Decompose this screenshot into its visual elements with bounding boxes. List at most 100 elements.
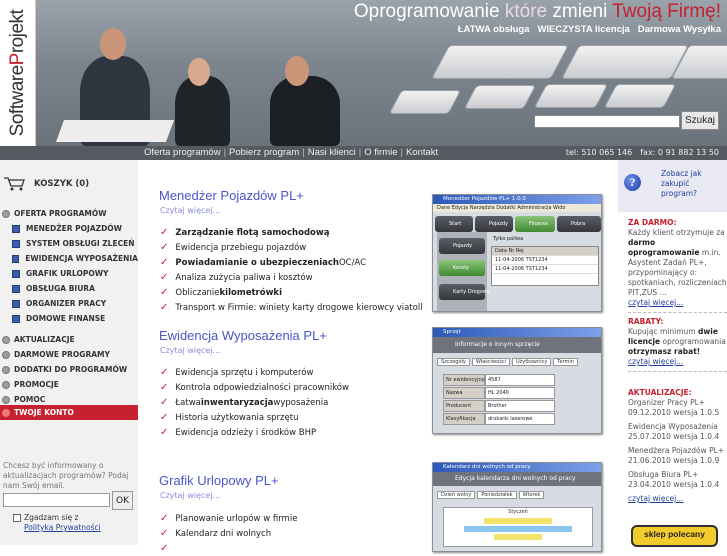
sidebar-item-orders-system[interactable]: SYSTEM OBSŁUGI ZLECEŃ [0,236,138,251]
question-icon: ? [624,174,641,191]
sidebar-item-office[interactable]: OBSŁUGA BIURA [0,281,138,296]
feature-item: ✓ Obliczanie kilometrówki [160,287,282,298]
product-title[interactable]: Ewidencja Wyposażenia PL+ [159,328,327,343]
recommended-shop-badge[interactable]: sklep polecany [631,525,718,547]
cart-link[interactable]: KOSZYK (0) [4,177,89,191]
free-text: Każdy klient otrzymuje za darmo oprogram… [628,228,727,297]
sidebar-item-updates[interactable]: AKTUALIZACJE [0,332,138,347]
update-item[interactable]: Ewidencja Wyposażenia 25.07.2010 wersja 1… [628,422,727,442]
feature-item: ✓ Zarządzanie flotą samochodową [160,227,330,238]
check-icon: ✓ [160,427,169,438]
feature-item: ✓ Ewidencja sprzętu i komputerów [160,367,314,378]
free-read-more-link[interactable]: czytaj więcej... [628,298,727,308]
read-more-link[interactable]: Czytaj więcej... [160,491,220,500]
privacy-policy-link[interactable]: Polityką Prywatności [24,523,101,532]
person-head [285,56,309,86]
feature-list: ✓ Ewidencja sprzętu i komputerów ✓ Kontrol… [160,365,430,440]
square-bullet-icon [12,299,20,308]
rebate-section: RABATY: Kupując minimum dwie licencje op… [628,317,727,372]
feature-item: ✓ Łatwa inwentaryzacja wyposażenia [160,397,329,408]
square-bullet-icon [12,269,20,278]
email-field[interactable] [3,493,110,507]
person-figure [270,76,340,146]
sidebar-item-leave-schedule[interactable]: GRAFIK URLOPOWY [0,266,138,281]
sidebar-item-free-programs[interactable]: DARMOWE PROGRAMY [0,347,138,362]
check-icon: ✓ [160,412,169,423]
sidebar-item-vehicle-manager[interactable]: MENEDŻER POJAZDÓW [0,221,138,236]
calendar-grid: Styczeń [443,507,593,547]
free-heading: ZA DARMO: [628,218,677,227]
product-screenshot[interactable]: Sprzęt Informacje o innym sprzęcie Szcze… [432,327,602,434]
feature-item: ✓ Planowanie urlopów w firmie [160,513,298,524]
headline-word: Oprogramowanie [353,1,500,22]
agree-checkbox[interactable] [13,514,21,522]
shopping-cart-icon [4,177,25,191]
update-item[interactable]: Organizer Pracy PL+ 09.12.2010 wersja 1.0… [628,398,727,418]
nav-link-download[interactable]: Pobierz program [229,147,299,158]
keyboard-key-decoration [388,90,462,114]
updates-section: AKTUALIZACJE: Organizer Pracy PL+ 09.12.2… [628,388,727,504]
sidebar-item-account[interactable]: TWOJE KONTO [0,405,138,420]
bullet-icon [2,395,10,404]
logo[interactable]: SoftwareProjekt [0,0,36,146]
how-to-buy-link[interactable]: Zobacz jak zakupić program? [661,169,725,199]
product-title[interactable]: Grafik Urlopowy PL+ [159,473,279,488]
nav-link-clients[interactable]: Nasi klienci [308,147,356,158]
update-item[interactable]: Menedżera Pojazdów PL+ 21.06.2010 wersja … [628,446,727,466]
check-icon: ✓ [160,272,169,283]
newsletter-ok-button[interactable]: OK [112,491,133,510]
sidebar-item-addons[interactable]: DODATKI DO PROGRAMÓW [0,362,138,377]
product-screenshot[interactable]: Kalendarz dni wolnych od pracy Edycja ka… [432,462,602,552]
sidebar-item-organizer[interactable]: ORGANIZER PRACY [0,296,138,311]
sidebar-menu: OFERTA PROGRAMÓW MENEDŻER POJAZDÓW SYSTE… [0,206,138,407]
screenshot-banner: Informacje o innym sprzęcie [433,337,601,353]
screenshot-titlebar: Kalendarz dni wolnych od pracy [433,463,601,472]
product-title[interactable]: Menedżer Pojazdów PL+ [159,188,304,203]
rebate-text: Kupując minimum dwie licencje oprogramow… [628,327,726,356]
feature-item: ✓ Powiadamianie o ubezpieczeniach OC/AC [160,257,367,268]
product-screenshot[interactable]: Menedżer Pojazdów PL+ 1.0.0 Dane Edycja … [432,194,602,312]
sidebar-item-offer[interactable]: OFERTA PROGRAMÓW [0,206,138,221]
nav-link-about[interactable]: O firmie [364,147,397,158]
product-vehicle-manager: Menedżer Pojazdów PL+ Czytaj więcej... ✓… [138,160,617,320]
sidebar-item-home-finance[interactable]: DOMOWE FINANSE [0,311,138,326]
contact-info: tel: 510 065 146 fax: 0 91 882 13 50 [558,148,719,157]
screenshot-banner: Edycja kalendarza dni wolnych od pracy [433,472,601,486]
search-input[interactable] [534,115,680,128]
bullet-icon [2,335,10,344]
rebate-read-more-link[interactable]: czytaj więcej... [628,357,727,367]
headline-word: zmieni [552,1,608,22]
sidebar-item-equipment[interactable]: EWIDENCJA WYPOSAŻENIA [0,251,138,266]
rebate-heading: RABATY: [628,317,664,326]
feature-list: ✓ Zarządzanie flotą samochodową ✓ Ewidencj… [160,225,430,315]
update-item[interactable]: Obsługa Biura PL+ 23.04.2010 wersja 1.0.4 [628,470,727,490]
check-icon: ✓ [160,382,169,393]
nav-link-offer[interactable]: Oferta programów [144,147,221,158]
feature-item: ✓ [160,541,430,556]
feature-item: ✓ Kalendarz dni wolnych [160,528,272,539]
product-list: Menedżer Pojazdów PL+ Czytaj więcej... ✓… [138,160,617,554]
bullet-icon [2,350,10,359]
search-button[interactable]: Szukaj [681,111,719,130]
business-people-photo [55,20,390,146]
feature-list: ✓ Planowanie urlopów w firmie ✓ Kalendarz … [160,511,430,556]
screenshot-titlebar: Menedżer Pojazdów PL+ 1.0.0 [433,195,601,204]
nav-links: Oferta programów | Pobierz program | Nasi kl… [144,147,439,158]
right-sidebar: ? Zobacz jak zakupić program? ZA DARMO: … [618,160,727,547]
square-bullet-icon [12,284,20,293]
feature-item: ✓ Analiza zużycia paliwa i kosztów [160,272,313,283]
person-head [100,28,126,60]
read-more-link[interactable]: Czytaj więcej... [160,206,220,215]
check-icon: ✓ [160,397,169,408]
screenshot-menubar: Dane Edycja Narzędzia Dodatki Administra… [433,204,601,212]
read-more-link[interactable]: Czytaj więcej... [160,346,220,355]
product-leave-schedule: Grafik Urlopowy PL+ Czytaj więcej... ✓ Pl… [138,460,617,554]
nav-link-contact[interactable]: Kontakt [406,147,438,158]
how-to-buy-box[interactable]: ? Zobacz jak zakupić program? [618,160,727,212]
updates-read-more-link[interactable]: czytaj więcej... [628,494,727,504]
agree-label: Zgadzam się z [24,513,79,522]
cart-label: KOSZYK (0) [34,179,90,189]
square-bullet-icon [12,224,20,233]
sidebar-item-promotions[interactable]: PROMOCJE [0,377,138,392]
updates-heading: AKTUALIZACJE: [628,388,692,397]
